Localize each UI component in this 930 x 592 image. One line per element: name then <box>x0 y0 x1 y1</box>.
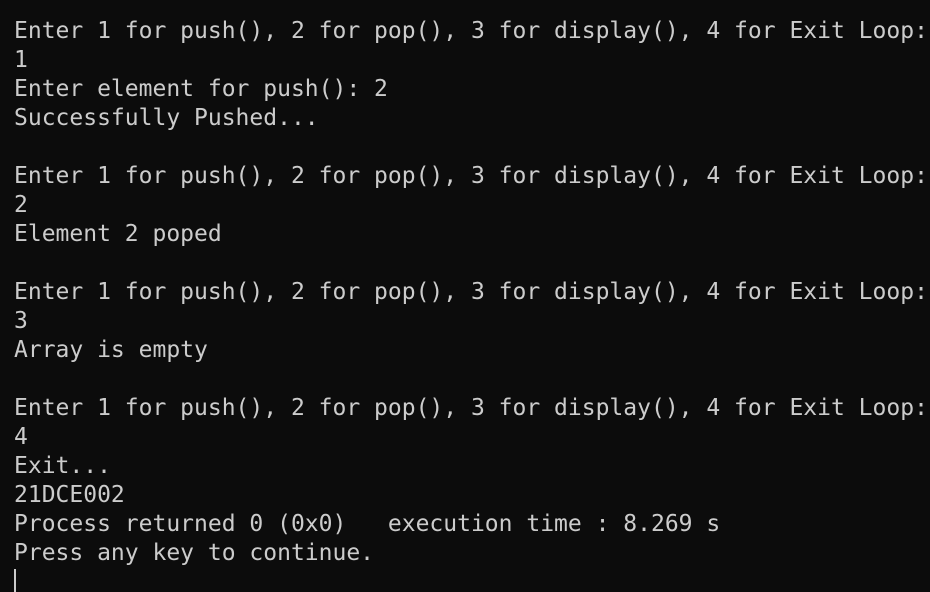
menu-prompt-line: Enter 1 for push(), 2 for pop(), 3 for d… <box>14 395 928 421</box>
output-line: Array is empty <box>14 337 208 363</box>
continue-prompt-line: Press any key to continue. <box>14 540 375 566</box>
output-line: 21DCE002 <box>14 482 125 508</box>
console-window[interactable]: Enter 1 for push(), 2 for pop(), 3 for d… <box>0 0 930 592</box>
push-prompt-line: Enter element for push(): 2 <box>14 76 388 102</box>
user-input-line: 3 <box>14 308 28 334</box>
output-line: Element 2 poped <box>14 221 222 247</box>
output-line: Exit... <box>14 453 111 479</box>
menu-prompt-line: Enter 1 for push(), 2 for pop(), 3 for d… <box>14 18 928 44</box>
process-status-line: Process returned 0 (0x0) execution time … <box>14 511 721 537</box>
user-input-line: 1 <box>14 47 28 73</box>
text-cursor <box>14 569 16 592</box>
menu-prompt-line: Enter 1 for push(), 2 for pop(), 3 for d… <box>14 163 928 189</box>
user-input-line: 4 <box>14 424 28 450</box>
user-input-line: 2 <box>14 192 28 218</box>
menu-prompt-line: Enter 1 for push(), 2 for pop(), 3 for d… <box>14 279 928 305</box>
output-line: Successfully Pushed... <box>14 105 319 131</box>
